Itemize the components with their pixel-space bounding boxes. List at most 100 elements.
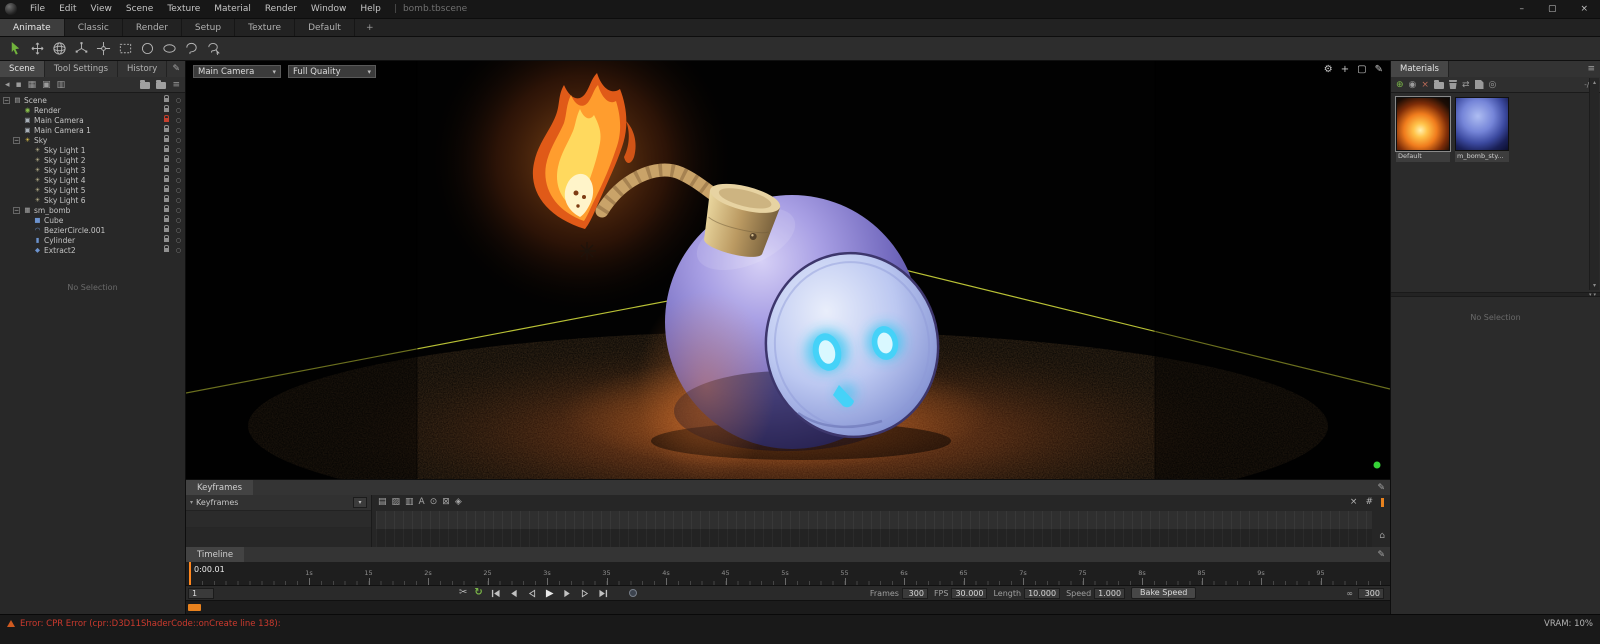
bake-keys-icon[interactable]: ◈: [455, 497, 462, 507]
menu-scene[interactable]: Scene: [119, 0, 160, 18]
timeline-scrollbar[interactable]: [186, 600, 1390, 614]
move-tool-icon[interactable]: [27, 39, 47, 59]
tree-row-sm-bomb[interactable]: − ▦ sm_bomb ○: [0, 205, 185, 215]
lock-icon[interactable]: [163, 235, 169, 242]
visibility-icon[interactable]: ○: [176, 197, 181, 204]
text-keys-icon[interactable]: A: [419, 497, 425, 507]
folder-icon[interactable]: [140, 80, 151, 89]
delete-material-icon[interactable]: ×: [1421, 80, 1429, 90]
visibility-icon[interactable]: ○: [176, 137, 181, 144]
add-workspace-button[interactable]: +: [355, 19, 385, 36]
keyframes-title[interactable]: Keyframes: [186, 480, 254, 495]
visibility-icon[interactable]: ○: [176, 227, 181, 234]
menu-material[interactable]: Material: [207, 0, 258, 18]
tree-row-sky-light-5[interactable]: ☀ Sky Light 5 ○: [0, 185, 185, 195]
library-icon[interactable]: ◎: [1489, 80, 1497, 90]
tree-row-sky-light-6[interactable]: ☀ Sky Light 6 ○: [0, 195, 185, 205]
visibility-icon[interactable]: ○: [176, 237, 181, 244]
menu-file[interactable]: File: [23, 0, 52, 18]
duplicate-keys-icon[interactable]: ▥: [405, 497, 414, 507]
pin-icon[interactable]: ▪: [16, 80, 22, 90]
list-view-icon[interactable]: ≡: [172, 80, 180, 90]
end-frame-input[interactable]: 300: [1358, 587, 1384, 599]
skip-start-button[interactable]: [490, 589, 501, 598]
tree-row-sky[interactable]: − ☀ Sky ○: [0, 135, 185, 145]
edit-view-icon[interactable]: ✎: [1375, 64, 1383, 75]
timeline-title[interactable]: Timeline: [186, 547, 245, 562]
target-keys-icon[interactable]: ⊙: [430, 497, 438, 507]
lock-icon[interactable]: [163, 245, 169, 252]
close-button[interactable]: ×: [1580, 4, 1588, 14]
record-icon[interactable]: [628, 589, 637, 597]
frame-icon[interactable]: ▢: [1357, 64, 1366, 75]
skip-end-button[interactable]: [598, 589, 609, 598]
tree-row-sky-light-1[interactable]: ☀ Sky Light 1 ○: [0, 145, 185, 155]
lock-icon[interactable]: [163, 155, 169, 162]
panel-menu-icon[interactable]: ≡: [1582, 61, 1600, 77]
marquee-select-icon[interactable]: [115, 39, 135, 59]
visibility-icon[interactable]: ○: [176, 167, 181, 174]
visibility-icon[interactable]: ○: [176, 187, 181, 194]
lock-icon[interactable]: [163, 95, 169, 102]
menu-texture[interactable]: Texture: [160, 0, 207, 18]
panel-edit-icon[interactable]: ✎: [167, 61, 185, 77]
materials-scrollbar[interactable]: ▴ ▾: [1589, 78, 1599, 290]
tree-row-sky-light-4[interactable]: ☀ Sky Light 4 ○: [0, 175, 185, 185]
play-reverse-button[interactable]: [526, 589, 537, 598]
minimize-button[interactable]: –: [1519, 4, 1524, 14]
visibility-icon[interactable]: ○: [176, 147, 181, 154]
lock-icon[interactable]: [163, 165, 169, 172]
add-item-icon[interactable]: ▦: [28, 80, 37, 90]
lock-icon[interactable]: [163, 115, 169, 122]
timeline-ruler[interactable]: 0:00.01 1s 15 2s 25 3s 35 4s 45 5s 55 6s 65 7s 75 8s 85…: [186, 562, 1390, 586]
panel-edit-icon[interactable]: ✎: [1372, 550, 1390, 560]
folder-icon[interactable]: [1433, 80, 1444, 89]
scroll-up-icon[interactable]: ▴: [1593, 79, 1596, 86]
track-row[interactable]: [186, 511, 371, 528]
lasso-select-icon[interactable]: [181, 39, 201, 59]
tree-row-scene[interactable]: − ▤ Scene ○: [0, 95, 185, 105]
menu-help[interactable]: Help: [353, 0, 388, 18]
tab-history[interactable]: History: [118, 61, 168, 77]
visibility-icon[interactable]: ○: [176, 157, 181, 164]
current-frame-input[interactable]: 1: [188, 587, 214, 599]
visibility-icon[interactable]: ○: [176, 217, 181, 224]
rows-icon[interactable]: ▥: [57, 80, 66, 90]
tree-row-extract2[interactable]: ◆ Extract2 ○: [0, 245, 185, 255]
play-button[interactable]: [544, 588, 555, 598]
tree-row-main-camera[interactable]: ▣ Main Camera ○: [0, 115, 185, 125]
lock-icon[interactable]: [163, 145, 169, 152]
gear-icon[interactable]: ⚙: [1324, 64, 1333, 75]
trash-icon[interactable]: [1448, 80, 1457, 89]
move-panel-icon[interactable]: +: [1341, 64, 1349, 75]
visibility-icon[interactable]: ○: [176, 247, 181, 254]
tab-scene[interactable]: Scene: [0, 61, 45, 77]
clear-keys-icon[interactable]: ×: [1350, 497, 1358, 507]
scale-tool-icon[interactable]: [71, 39, 91, 59]
new-material-icon[interactable]: ◉: [1409, 80, 1417, 90]
lock-icon[interactable]: [163, 135, 169, 142]
copy-keys-icon[interactable]: ▤: [378, 497, 387, 507]
viewport-render[interactable]: [186, 61, 1390, 479]
lock-icon[interactable]: [163, 215, 169, 222]
lock-icon[interactable]: [163, 175, 169, 182]
visibility-icon[interactable]: ○: [176, 107, 181, 114]
panel-edit-icon[interactable]: ✎: [1372, 483, 1390, 493]
play-forward-button[interactable]: [580, 589, 591, 598]
trim-icon[interactable]: ✂: [459, 588, 467, 598]
sync-icon[interactable]: ⇄: [1462, 80, 1470, 90]
lock-icon[interactable]: [163, 125, 169, 132]
playhead-marker-icon[interactable]: [1381, 497, 1384, 507]
material-thumbnail[interactable]: [1455, 97, 1509, 151]
bake-speed-button[interactable]: Bake Speed: [1131, 587, 1197, 599]
quality-select[interactable]: Full Quality ▾: [288, 65, 376, 78]
delete-keys-icon[interactable]: ⊠: [442, 497, 450, 507]
visibility-icon[interactable]: ○: [176, 117, 181, 124]
home-icon[interactable]: ⌂: [1379, 531, 1385, 541]
length-input[interactable]: 10.000: [1024, 587, 1061, 599]
back-icon[interactable]: ◂: [5, 80, 10, 90]
viewport[interactable]: Main Camera ▾ Full Quality ▾ ⚙ + ▢ ✎: [186, 61, 1390, 479]
chevron-down-icon[interactable]: ▾: [1589, 292, 1592, 298]
camera-select[interactable]: Main Camera ▾: [193, 65, 281, 78]
tab-materials[interactable]: Materials: [1391, 61, 1449, 77]
